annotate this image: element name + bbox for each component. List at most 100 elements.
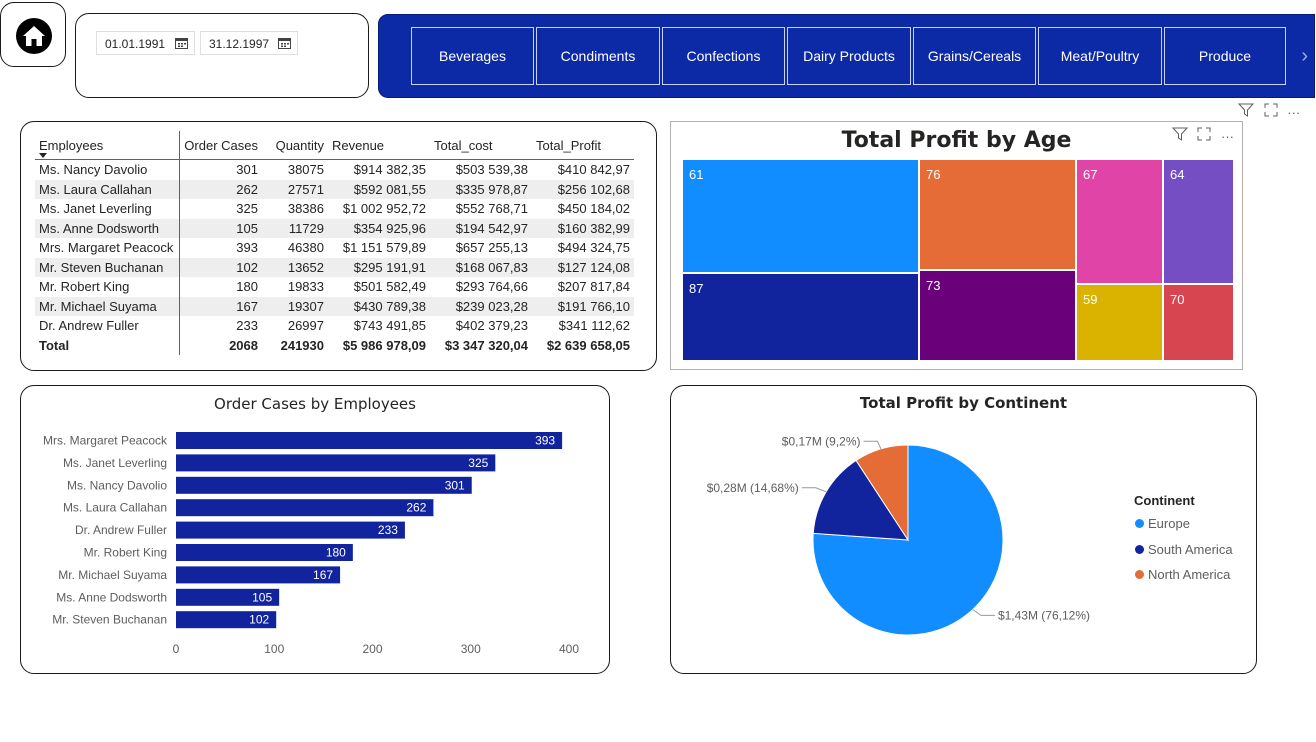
cell-revenue: $914 382,35 <box>353 162 426 178</box>
focus-mode-icon[interactable] <box>1264 103 1278 117</box>
table-row[interactable]: Ms. Laura Callahan 262 27571 $592 081,55 $33… <box>35 179 634 199</box>
table-row[interactable]: Mrs. Margaret Peacock 393 46380 $1 151 579,… <box>35 238 634 258</box>
legend-marker <box>1135 519 1144 528</box>
treemap-cell-76[interactable]: 76 <box>919 159 1076 270</box>
treemap-cell-87[interactable]: 87 <box>682 273 919 361</box>
cell-employee: Ms. Anne Dodsworth <box>35 218 180 238</box>
column-header-order-cases[interactable]: Order Cases <box>179 131 262 160</box>
category-button-meat-poultry[interactable]: Meat/Poultry <box>1038 27 1162 85</box>
home-panel <box>0 2 66 67</box>
bar-category-label: Mrs. Margaret Peacock <box>43 434 168 448</box>
total-quantity: 241930 <box>280 337 324 353</box>
calendar-icon[interactable] <box>278 37 291 49</box>
column-header-employees[interactable]: Employees <box>35 131 180 160</box>
cell-revenue: $1 002 952,72 <box>342 201 426 217</box>
more-options-icon[interactable]: ··· <box>1287 105 1300 120</box>
table-row[interactable]: Ms. Anne Dodsworth 105 11729 $354 925,96 $19… <box>35 218 634 238</box>
category-button-produce[interactable]: Produce <box>1164 27 1286 85</box>
bar[interactable] <box>176 521 405 539</box>
column-header-total-profit[interactable]: Total_Profit <box>532 131 634 160</box>
cell-total-profit: $341 112,62 <box>558 318 630 334</box>
cell-quantity: 46380 <box>287 240 324 256</box>
cell-total-profit: $410 842,97 <box>557 162 630 178</box>
cell-quantity: 27571 <box>262 179 328 199</box>
legend-item[interactable]: South America <box>1135 542 1233 557</box>
filter-icon[interactable] <box>1237 103 1255 117</box>
cell-employee: Mr. Robert King <box>35 277 180 297</box>
legend-label: North America <box>1148 567 1231 582</box>
table-row[interactable]: Ms. Nancy Davolio 301 38075 $914 382,35 $503… <box>35 159 634 180</box>
cell-total-cost: $552 768,71 <box>455 201 528 217</box>
bar-value-label: 325 <box>468 456 488 470</box>
cell-order-cases: 393 <box>236 240 258 256</box>
column-header-quantity[interactable]: Quantity <box>262 131 328 160</box>
more-options-icon[interactable]: ··· <box>1221 129 1234 144</box>
cell-order-cases: 262 <box>179 179 262 199</box>
treemap-cell-70[interactable]: 70 <box>1163 284 1234 361</box>
bar[interactable] <box>176 476 472 494</box>
chevron-right-icon[interactable]: › <box>1301 45 1308 68</box>
treemap-label: 73 <box>926 278 941 293</box>
cell-revenue: $743 491,85 <box>353 318 426 334</box>
bar[interactable] <box>176 432 563 449</box>
category-button-dairy-products[interactable]: Dairy Products <box>787 27 911 85</box>
cell-total-cost: $335 978,87 <box>430 179 532 199</box>
bar-category-label: Mr. Michael Suyama <box>58 568 167 582</box>
filter-icon[interactable] <box>1171 127 1188 141</box>
table-row[interactable]: Ms. Janet Leverling 325 38386 $1 002 952,72… <box>35 199 634 219</box>
end-date-value: 31.12.1997 <box>209 37 270 51</box>
treemap-cell-59[interactable]: 59 <box>1076 284 1163 361</box>
cell-total-profit: $191 766,10 <box>532 296 634 316</box>
bar-value-label: 180 <box>326 546 346 560</box>
column-header-revenue[interactable]: Revenue <box>328 131 430 160</box>
table-row[interactable]: Mr. Steven Buchanan 102 13652 $295 191,91 $1… <box>35 257 634 277</box>
cell-order-cases: 180 <box>236 279 258 295</box>
treemap-header-icons: ··· <box>1171 127 1234 144</box>
bar-category-label: Ms. Nancy Davolio <box>67 478 167 492</box>
table-row[interactable]: Mr. Robert King 180 19833 $501 582,49 $293 7… <box>35 277 634 297</box>
treemap-cell-61[interactable]: 61 <box>682 159 919 273</box>
table-row[interactable]: Mr. Michael Suyama 167 19307 $430 789,38 $23… <box>35 296 634 316</box>
end-date-field[interactable]: 31.12.1997 <box>200 31 298 55</box>
pie-data-label: $0,17M (9,2%) <box>782 434 861 448</box>
treemap-cell-73[interactable]: 73 <box>919 270 1076 361</box>
start-date-field[interactable]: 01.01.1991 <box>96 31 195 55</box>
cell-revenue: $430 789,38 <box>328 296 430 316</box>
treemap-label: 64 <box>1170 167 1185 182</box>
category-button-condiments[interactable]: Condiments <box>536 27 660 85</box>
x-tick-label: 100 <box>264 642 284 656</box>
cell-total-cost: $503 539,38 <box>455 162 528 178</box>
total-total-profit: $2 639 658,05 <box>546 337 630 353</box>
column-header-total-cost[interactable]: Total_cost <box>430 131 532 160</box>
treemap-cell-67[interactable]: 67 <box>1076 159 1163 284</box>
bar[interactable] <box>176 454 496 472</box>
bar-value-label: 393 <box>535 434 555 448</box>
focus-mode-icon[interactable] <box>1197 127 1211 141</box>
sort-descending-icon[interactable] <box>39 153 47 158</box>
cell-employee: Mrs. Margaret Peacock <box>35 238 180 258</box>
treemap-label: 67 <box>1083 167 1098 182</box>
treemap-label: 76 <box>926 167 941 182</box>
table-total-row: Total 2068 241930 $5 986 978,09 $3 347 320,0… <box>35 335 634 355</box>
bar-category-label: Dr. Andrew Fuller <box>75 523 167 537</box>
category-button-beverages[interactable]: Beverages <box>411 27 534 85</box>
category-button-confections[interactable]: Confections <box>662 27 785 85</box>
table-header-row: Employees Order Cases Quantity Revenue T… <box>35 131 634 160</box>
legend-item[interactable]: North America <box>1135 567 1230 582</box>
cell-quantity: 38075 <box>287 162 324 178</box>
cell-employee: Ms. Janet Leverling <box>35 199 180 219</box>
treemap-label: 61 <box>689 167 704 182</box>
table-row[interactable]: Dr. Andrew Fuller 233 26997 $743 491,85 $402… <box>35 316 634 336</box>
cell-revenue: $1 151 579,89 <box>342 240 426 256</box>
cell-quantity: 19307 <box>262 296 328 316</box>
home-button[interactable] <box>16 18 52 54</box>
bar[interactable] <box>176 499 434 517</box>
cell-total-profit: $127 124,08 <box>532 257 634 277</box>
bar-value-label: 233 <box>378 523 398 537</box>
treemap-cell-64[interactable]: 64 <box>1163 159 1234 284</box>
legend-item[interactable]: Europe <box>1135 516 1190 531</box>
employees-table-panel: Employees Order Cases Quantity Revenue T… <box>20 121 657 371</box>
visual-header-icons: ··· <box>1237 103 1300 120</box>
category-button-grains-cereals[interactable]: Grains/Cereals <box>913 27 1036 85</box>
calendar-icon[interactable] <box>175 37 188 49</box>
